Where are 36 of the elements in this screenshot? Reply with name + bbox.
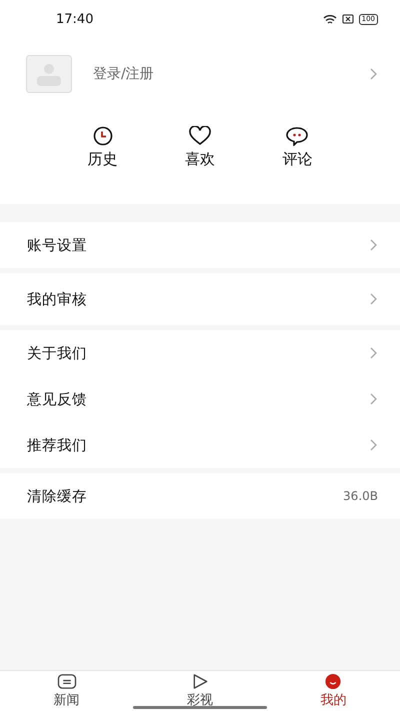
shortcut-button[interactable]: 评论 [272, 126, 322, 186]
menu-row[interactable]: 账号设置 [0, 222, 400, 268]
login-label: 登录/注册 [93, 65, 155, 83]
smile-icon [323, 673, 344, 690]
menu-row[interactable]: 意见反馈 [0, 376, 400, 422]
wifi-icon [322, 14, 337, 24]
clock-icon [92, 126, 114, 146]
shortcut-button[interactable]: 历史 [78, 126, 128, 186]
speech-bubble-icon [285, 126, 310, 146]
avatar-icon [26, 55, 72, 93]
menu-label: 意见反馈 [27, 390, 87, 408]
cache-size: 36.0B [343, 489, 378, 503]
chevron-icon [370, 293, 378, 305]
sim-icon [342, 14, 354, 24]
shortcut-button[interactable]: 喜欢 [174, 126, 225, 186]
status-time: 17:40 [56, 12, 94, 26]
chevron-icon [370, 68, 378, 80]
menu-row[interactable]: 推荐我们 [0, 422, 400, 468]
menu-row[interactable]: 关于我们 [0, 330, 400, 376]
chevron-icon [370, 393, 378, 405]
menu-label: 推荐我们 [27, 436, 87, 454]
chevron-icon [370, 439, 378, 451]
chevron-icon [370, 347, 378, 359]
tab[interactable]: 新闻 [0, 671, 134, 711]
heart-icon [188, 126, 212, 146]
chevron-icon [370, 239, 378, 251]
menu-label: 账号设置 [27, 236, 87, 254]
menu-label: 我的审核 [27, 290, 87, 308]
menu-row[interactable]: 清除缓存 36.0B [0, 473, 400, 519]
tab[interactable]: 彩视 [133, 671, 267, 711]
tab[interactable]: 我的 [266, 671, 400, 711]
menu-label: 关于我们 [27, 344, 87, 362]
menu-row[interactable]: 我的审核 [0, 273, 400, 325]
message-icon [56, 673, 78, 690]
menu-label: 清除缓存 [27, 488, 87, 506]
login-row[interactable]: 登录/注册 [0, 38, 400, 110]
